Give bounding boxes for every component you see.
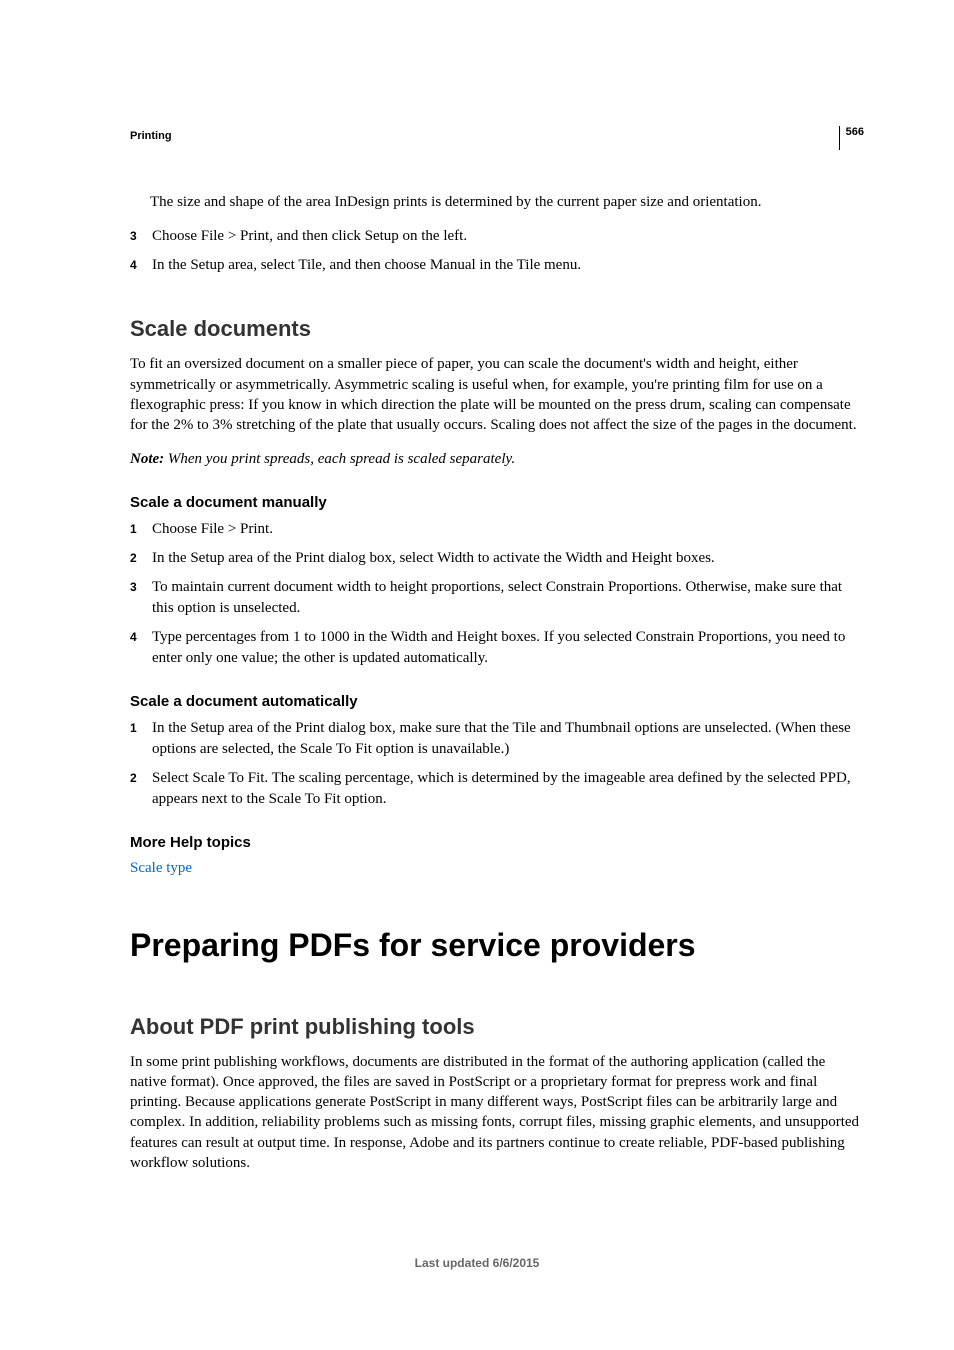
page-number: 566 [839,126,864,150]
heading-scale-documents: Scale documents [130,316,864,342]
link-scale-type[interactable]: Scale type [130,860,192,876]
note: Note: When you print spreads, each sprea… [130,449,864,469]
section-label: Printing [130,130,172,142]
step-number: 3 [130,579,137,596]
step-number: 4 [130,629,137,646]
step-number: 4 [130,257,137,274]
heading-scale-manually: Scale a document manually [130,494,864,511]
list-item: 3 To maintain current document width to … [130,577,864,619]
footer-last-updated: Last updated 6/6/2015 [0,1256,954,1270]
auto-steps: 1 In the Setup area of the Print dialog … [130,718,864,810]
heading-preparing-pdfs: Preparing PDFs for service providers [130,927,864,964]
heading-scale-automatically: Scale a document automatically [130,693,864,710]
step-text: In the Setup area of the Print dialog bo… [152,720,851,757]
scale-docs-paragraph: To fit an oversized document on a smalle… [130,354,864,435]
intro-lead: The size and shape of the area InDesign … [150,192,864,212]
intro-steps: 3 Choose File > Print, and then click Se… [130,226,864,276]
list-item: 2 In the Setup area of the Print dialog … [130,548,864,569]
step-text: Choose File > Print, and then click Setu… [152,228,467,244]
step-text: In the Setup area of the Print dialog bo… [152,550,715,566]
step-number: 3 [130,228,137,245]
manual-steps: 1 Choose File > Print. 2 In the Setup ar… [130,519,864,669]
step-number: 1 [130,720,137,737]
step-text: Choose File > Print. [152,521,273,537]
list-item: 2 Select Scale To Fit. The scaling perce… [130,768,864,810]
heading-about-pdf-tools: About PDF print publishing tools [130,1014,864,1040]
list-item: 3 Choose File > Print, and then click Se… [130,226,864,247]
step-text: Type percentages from 1 to 1000 in the W… [152,629,845,666]
step-text: To maintain current document width to he… [152,579,842,616]
step-number: 2 [130,770,137,787]
step-number: 2 [130,550,137,567]
note-text: When you print spreads, each spread is s… [164,451,515,467]
step-text: In the Setup area, select Tile, and then… [152,257,581,273]
heading-more-help: More Help topics [130,834,864,851]
note-label: Note: [130,451,164,467]
list-item: 1 In the Setup area of the Print dialog … [130,718,864,760]
pdf-tools-paragraph: In some print publishing workflows, docu… [130,1052,864,1174]
list-item: 4 In the Setup area, select Tile, and th… [130,255,864,276]
step-number: 1 [130,521,137,538]
list-item: 1 Choose File > Print. [130,519,864,540]
list-item: 4 Type percentages from 1 to 1000 in the… [130,627,864,669]
step-text: Select Scale To Fit. The scaling percent… [152,770,851,807]
